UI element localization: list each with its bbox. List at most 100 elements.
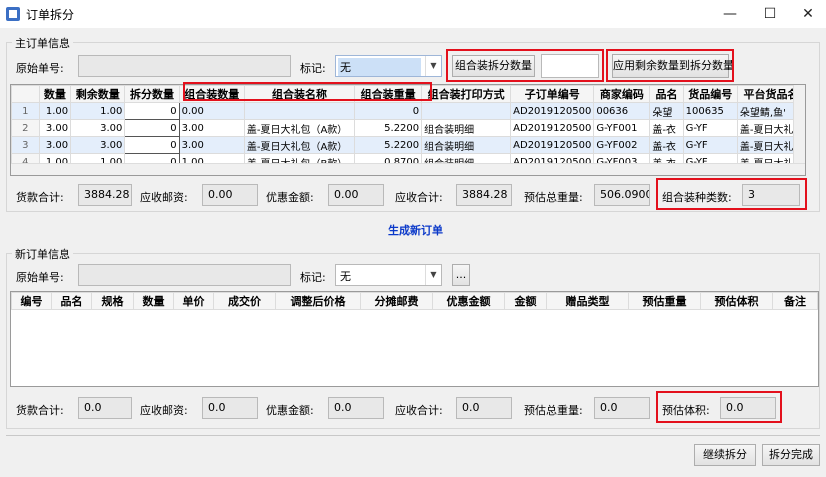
maximize-button[interactable]: ☐ xyxy=(753,2,787,26)
main-postage-field: 0.00 xyxy=(202,184,258,206)
cell-product-name: 盖-衣 xyxy=(649,119,684,137)
new-mark-value: 无 xyxy=(340,270,351,283)
main-grid-vscrollbar[interactable] xyxy=(793,85,805,163)
main-grid-hscrollbar[interactable] xyxy=(11,163,805,175)
highlight-combo-split xyxy=(446,49,604,82)
cell-qty: 3.00 xyxy=(38,136,72,154)
new-grid-header: 编号 品名 规格 数量 单价 成交价 调整后价格 分摊邮费 优惠金额 金额 赠品… xyxy=(11,292,818,310)
cell-combo-weight: 0 xyxy=(354,102,423,120)
new-goods-total-label: 货款合计: xyxy=(16,404,64,417)
chevron-down-icon[interactable]: ▼ xyxy=(425,265,441,285)
cell-suborder: AD2019120500 xyxy=(510,119,595,137)
cell-product-name: 朵望 xyxy=(649,102,684,120)
col-suborder-no[interactable]: 子订单编号 xyxy=(510,85,595,103)
new-weight-label: 预估总重量: xyxy=(524,404,583,417)
col-est-weight[interactable]: 预估重量 xyxy=(628,292,701,310)
table-row[interactable]: 3 3.00 3.00 0 3.00 盖-夏日大礼包（A款） 5.2200 组合… xyxy=(11,136,805,154)
col-unit-price[interactable]: 单价 xyxy=(173,292,214,310)
cell-combo-name: 盖-夏日大礼包（A款） xyxy=(243,119,356,137)
main-order-group-title: 主订单信息 xyxy=(12,35,73,51)
col-gift-type[interactable]: 赠品类型 xyxy=(546,292,629,310)
minimize-button[interactable]: — xyxy=(713,2,747,26)
main-mark-select[interactable]: 无 ▼ xyxy=(335,55,442,77)
col-product-name[interactable]: 品名 xyxy=(51,292,92,310)
main-discount-label: 优惠金额: xyxy=(266,191,314,204)
new-goods-total-field: 0.0 xyxy=(78,397,132,419)
chevron-down-icon[interactable]: ▼ xyxy=(425,56,441,76)
cell-merchant-code: 00636 xyxy=(593,102,651,120)
new-mark-select[interactable]: 无 ▼ xyxy=(335,264,442,286)
table-row[interactable]: 2 3.00 3.00 0 3.00 盖-夏日大礼包（A款） 5.2200 组合… xyxy=(11,119,805,137)
col-product-name[interactable]: 品名 xyxy=(649,85,684,103)
col-est-volume[interactable]: 预估体积 xyxy=(700,292,773,310)
highlight-combo-kinds xyxy=(656,178,807,210)
new-orig-no-field[interactable] xyxy=(78,264,291,286)
col-discount[interactable]: 优惠金额 xyxy=(432,292,505,310)
cell-suborder: AD2019120500 xyxy=(510,102,595,120)
col-split-qty[interactable]: 拆分数量 xyxy=(124,85,180,103)
new-receivable-label: 应收合计: xyxy=(395,404,443,417)
app-icon xyxy=(6,7,20,21)
cell-split-qty-input[interactable]: 0 xyxy=(124,102,180,120)
new-receivable-field: 0.0 xyxy=(456,397,512,419)
col-spec[interactable]: 规格 xyxy=(91,292,134,310)
cell-combo-print: 组合装明细 xyxy=(421,119,512,137)
main-weight-field: 506.0900 xyxy=(594,184,650,206)
cell-goods-no: 100635 xyxy=(682,102,738,120)
row-number: 3 xyxy=(11,136,40,154)
main-goods-total-label: 货款合计: xyxy=(16,191,64,204)
row-number: 1 xyxy=(11,102,40,120)
cell-combo-qty: 3.00 xyxy=(178,136,245,154)
close-button[interactable]: ✕ xyxy=(791,2,825,26)
cell-goods-no: G-YF xyxy=(682,119,738,137)
col-no[interactable]: 编号 xyxy=(11,292,52,310)
main-orig-no-field[interactable] xyxy=(78,55,291,77)
main-postage-label: 应收邮资: xyxy=(140,191,188,204)
split-finish-button[interactable]: 拆分完成 xyxy=(762,444,820,466)
col-shared-postage[interactable]: 分摊邮费 xyxy=(360,292,433,310)
col-goods-no[interactable]: 货品编号 xyxy=(682,85,738,103)
cell-remaining: 3.00 xyxy=(70,136,126,154)
highlight-est-volume xyxy=(656,391,782,423)
cell-suborder: AD2019120500 xyxy=(510,136,595,154)
new-mark-label: 标记: xyxy=(300,271,326,284)
generate-new-order-link[interactable]: 生成新订单 xyxy=(388,222,443,238)
cell-combo-weight: 5.2200 xyxy=(354,136,423,154)
col-combo-print[interactable]: 组合装打印方式 xyxy=(421,85,512,103)
main-weight-label: 预估总重量: xyxy=(524,191,583,204)
col-remark[interactable]: 备注 xyxy=(772,292,818,310)
cell-remaining: 1.00 xyxy=(70,102,126,120)
col-merchant-code[interactable]: 商家编码 xyxy=(593,85,651,103)
new-items-table: 编号 品名 规格 数量 单价 成交价 调整后价格 分摊邮费 优惠金额 金额 赠品… xyxy=(11,292,818,310)
cell-goods-no: G-YF xyxy=(682,136,738,154)
new-items-grid[interactable]: 编号 品名 规格 数量 单价 成交价 调整后价格 分摊邮费 优惠金额 金额 赠品… xyxy=(10,291,819,387)
cell-merchant-code: G-YF001 xyxy=(593,119,651,137)
new-postage-label: 应收邮资: xyxy=(140,404,188,417)
col-remaining-qty[interactable]: 剩余数量 xyxy=(70,85,126,103)
col-qty[interactable]: 数量 xyxy=(38,85,72,103)
col-deal-price[interactable]: 成交价 xyxy=(213,292,276,310)
cell-combo-name xyxy=(243,102,356,120)
col-amount[interactable]: 金额 xyxy=(504,292,547,310)
col-adjusted-price[interactable]: 调整后价格 xyxy=(275,292,361,310)
cell-remaining: 3.00 xyxy=(70,119,126,137)
col-qty[interactable]: 数量 xyxy=(133,292,174,310)
continue-split-button[interactable]: 继续拆分 xyxy=(694,444,756,466)
cell-combo-name: 盖-夏日大礼包（A款） xyxy=(243,136,356,154)
cell-merchant-code: G-YF002 xyxy=(593,136,651,154)
new-discount-field: 0.0 xyxy=(328,397,384,419)
cell-split-qty-input[interactable]: 0 xyxy=(124,119,180,137)
new-discount-label: 优惠金额: xyxy=(266,404,314,417)
cell-qty: 1.00 xyxy=(38,102,72,120)
footer-divider xyxy=(6,435,820,436)
more-button[interactable]: ... xyxy=(452,264,470,286)
cell-combo-print: 组合装明细 xyxy=(421,136,512,154)
new-weight-field: 0.0 xyxy=(594,397,650,419)
new-postage-field: 0.0 xyxy=(202,397,258,419)
table-row[interactable]: 1 1.00 1.00 0 0.00 0 AD2019120500 00636 … xyxy=(11,102,805,120)
row-number: 2 xyxy=(11,119,40,137)
cell-combo-weight: 5.2200 xyxy=(354,119,423,137)
cell-split-qty-input[interactable]: 0 xyxy=(124,136,180,154)
main-discount-field: 0.00 xyxy=(328,184,384,206)
highlight-apply-remaining xyxy=(606,49,734,82)
